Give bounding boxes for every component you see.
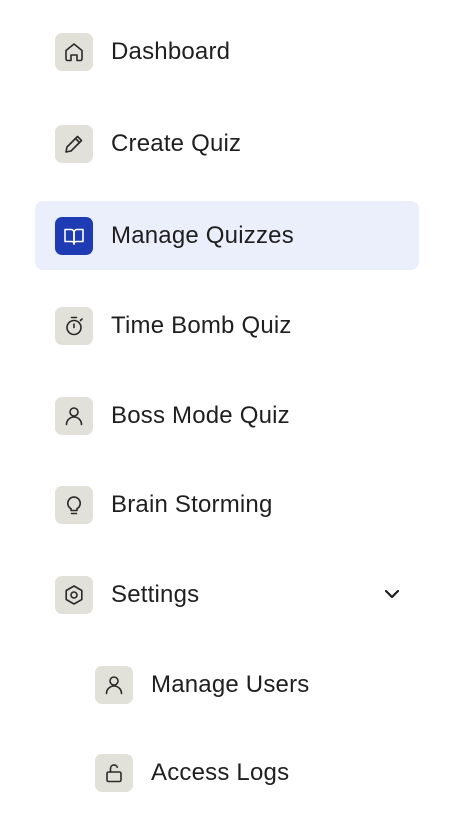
stopwatch-icon	[55, 307, 93, 345]
sidebar-nav: Dashboard Create Quiz Manage Quizzes Tim…	[0, 0, 455, 825]
nav-item-settings[interactable]: Settings	[35, 560, 419, 629]
nav-item-label: Create Quiz	[111, 130, 242, 157]
home-icon	[55, 33, 93, 71]
sub-item-label: Access Logs	[151, 759, 290, 786]
nav-item-boss-mode-quiz[interactable]: Boss Mode Quiz	[35, 381, 419, 450]
lightbulb-icon	[55, 486, 93, 524]
nav-item-time-bomb-quiz[interactable]: Time Bomb Quiz	[35, 291, 419, 360]
nav-item-manage-quizzes[interactable]: Manage Quizzes	[35, 201, 419, 270]
nav-item-label: Time Bomb Quiz	[111, 312, 292, 339]
nav-item-create-quiz[interactable]: Create Quiz	[35, 109, 419, 178]
nav-item-label: Brain Storming	[111, 491, 273, 518]
nav-item-label: Settings	[111, 581, 200, 608]
chevron-down-icon[interactable]	[381, 583, 403, 605]
sub-item-manage-users[interactable]: Manage Users	[75, 650, 419, 719]
user-icon	[55, 397, 93, 435]
nav-item-label: Boss Mode Quiz	[111, 402, 290, 429]
hexagon-settings-icon	[55, 576, 93, 614]
book-icon	[55, 217, 93, 255]
sub-item-label: Manage Users	[151, 671, 310, 698]
sub-item-access-logs[interactable]: Access Logs	[75, 738, 419, 807]
unlock-icon	[95, 754, 133, 792]
nav-item-label: Dashboard	[111, 38, 231, 65]
nav-item-dashboard[interactable]: Dashboard	[35, 17, 419, 86]
user-icon	[95, 666, 133, 704]
nav-item-brain-storming[interactable]: Brain Storming	[35, 470, 419, 539]
pencil-icon	[55, 125, 93, 163]
nav-item-label: Manage Quizzes	[111, 222, 294, 249]
